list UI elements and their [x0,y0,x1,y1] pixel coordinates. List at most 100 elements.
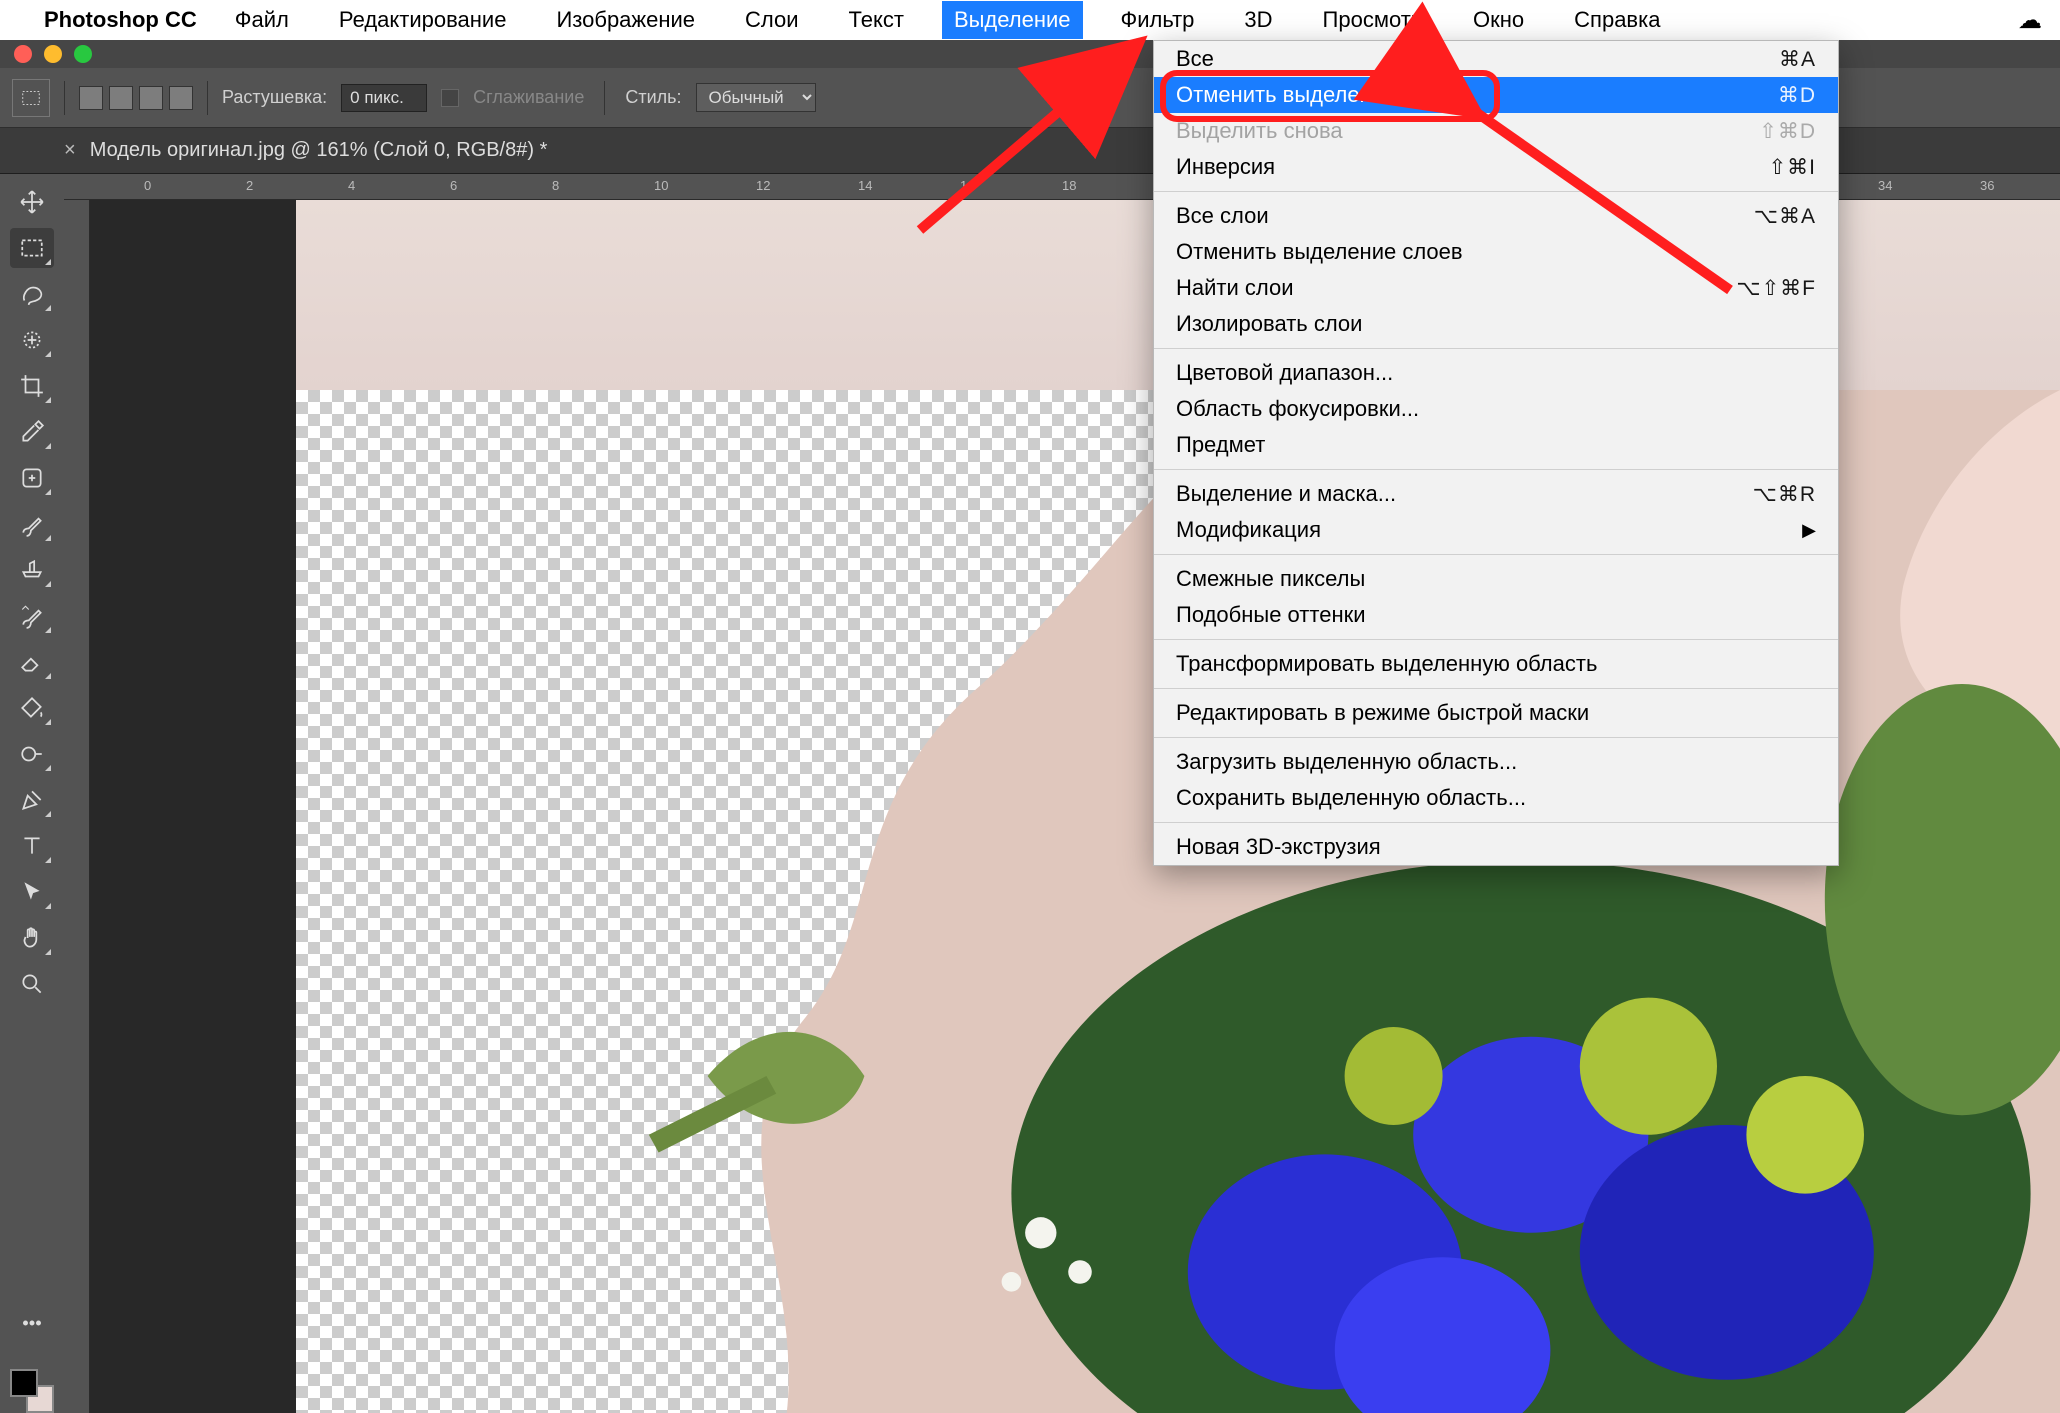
document-tab-title[interactable]: Модель оригинал.jpg @ 161% (Слой 0, RGB/… [90,139,548,162]
menu-edit[interactable]: Редактирование [327,1,519,39]
clone-stamp-tool[interactable] [10,550,54,590]
menu-layers[interactable]: Слои [733,1,811,39]
mode-new-icon[interactable] [79,86,103,110]
menu-item[interactable]: Модификация ▶ [1154,512,1838,548]
menu-item[interactable]: Все ⌘A [1154,41,1838,77]
mac-menubar: Photoshop CC Файл Редактирование Изображ… [0,0,2060,40]
brush-tool[interactable] [10,504,54,544]
menu-item-shortcut: ⌥⇧⌘F [1736,276,1816,301]
ruler-tick: 0 [144,178,151,193]
window-close-button[interactable] [14,45,32,63]
ruler-tick: 6 [450,178,457,193]
feather-input[interactable] [341,84,427,112]
menu-item-label: Новая 3D-экструзия [1176,834,1381,860]
menu-item-label: Цветовой диапазон... [1176,360,1393,386]
lasso-tool[interactable] [10,274,54,314]
menu-view[interactable]: Просмотр [1311,1,1435,39]
menu-item[interactable]: Загрузить выделенную область... [1154,744,1838,780]
menu-item-label: Изолировать слои [1176,311,1362,337]
healing-brush-tool[interactable] [10,458,54,498]
dodge-tool[interactable] [10,734,54,774]
menu-item[interactable]: Подобные оттенки [1154,597,1838,633]
style-select[interactable]: Обычный [696,83,816,112]
type-tool[interactable] [10,826,54,866]
menu-separator [1154,639,1838,640]
antialias-label: Сглаживание [473,87,584,108]
menu-item[interactable]: Смежные пикселы [1154,561,1838,597]
submenu-arrow-icon: ▶ [1802,520,1816,541]
mode-subtract-icon[interactable] [139,86,163,110]
menu-window[interactable]: Окно [1461,1,1536,39]
menu-item-label: Отменить выделение слоев [1176,239,1463,265]
menu-item-label: Все [1176,46,1214,72]
menu-item[interactable]: Редактировать в режиме быстрой маски [1154,695,1838,731]
menu-item-label: Найти слои [1176,275,1294,301]
eyedropper-tool[interactable] [10,412,54,452]
window-zoom-button[interactable] [74,45,92,63]
menu-item-label: Модификация [1176,517,1321,543]
app-name[interactable]: Photoshop CC [44,7,197,33]
menu-item[interactable]: Выделение и маска...⌥⌘R [1154,476,1838,512]
menu-item[interactable]: Область фокусировки... [1154,391,1838,427]
menu-filter[interactable]: Фильтр [1109,1,1207,39]
ruler-vertical[interactable] [64,200,90,1413]
hand-tool[interactable] [10,918,54,958]
menu-item[interactable]: Отменить выделение⌘D [1154,77,1838,113]
menu-separator [1154,737,1838,738]
selection-mode-icons[interactable] [79,86,193,110]
menu-help[interactable]: Справка [1562,1,1672,39]
menu-item[interactable]: Трансформировать выделенную область [1154,646,1838,682]
edit-toolbar-button[interactable] [10,1303,54,1343]
toolbox [0,174,64,1413]
menu-item[interactable]: Отменить выделение слоев [1154,234,1838,270]
menu-item[interactable]: Изолировать слои [1154,306,1838,342]
mode-intersect-icon[interactable] [169,86,193,110]
path-select-tool[interactable] [10,872,54,912]
menu-separator [1154,348,1838,349]
zoom-tool[interactable] [10,964,54,1004]
marquee-tool[interactable] [10,228,54,268]
menu-item[interactable]: Инверсия⇧⌘I [1154,149,1838,185]
ruler-tick: 10 [654,178,668,193]
menu-item[interactable]: Найти слои ⌥⇧⌘F [1154,270,1838,306]
menu-3d[interactable]: 3D [1232,1,1284,39]
ruler-tick: 16 [960,178,974,193]
menu-item[interactable]: Цветовой диапазон... [1154,355,1838,391]
menu-separator [1154,469,1838,470]
eraser-tool[interactable] [10,642,54,682]
menu-item[interactable]: Сохранить выделенную область... [1154,780,1838,816]
menu-item-shortcut: ⌘A [1779,47,1816,72]
window-minimize-button[interactable] [44,45,62,63]
menu-item-label: Подобные оттенки [1176,602,1366,628]
menu-item-label: Редактировать в режиме быстрой маски [1176,700,1589,726]
move-tool[interactable] [10,182,54,222]
menu-select[interactable]: Выделение [942,1,1083,39]
ruler-tick: 18 [1062,178,1076,193]
menu-item-shortcut: ⌥⌘A [1754,204,1816,229]
menu-item-shortcut: ⇧⌘D [1759,119,1816,144]
crop-tool[interactable] [10,366,54,406]
history-brush-tool[interactable] [10,596,54,636]
color-swatches[interactable] [10,1369,54,1413]
menu-separator [1154,191,1838,192]
antialias-checkbox[interactable] [441,89,459,107]
menu-item[interactable]: Предмет [1154,427,1838,463]
menu-file[interactable]: Файл [223,1,301,39]
menu-item[interactable]: Новая 3D-экструзия [1154,829,1838,865]
foreground-color-swatch[interactable] [10,1369,38,1397]
ruler-tick: 4 [348,178,355,193]
current-tool-icon[interactable] [12,79,50,117]
tab-close-icon[interactable]: × [64,139,76,162]
menu-image[interactable]: Изображение [544,1,707,39]
menu-type[interactable]: Текст [837,1,916,39]
menu-item-label: Трансформировать выделенную область [1176,651,1597,677]
style-label: Стиль: [625,87,681,108]
menu-item-shortcut: ⌥⌘R [1753,482,1816,507]
feather-label: Растушевка: [222,87,327,108]
menu-item[interactable]: Все слои⌥⌘A [1154,198,1838,234]
mode-add-icon[interactable] [109,86,133,110]
pen-tool[interactable] [10,780,54,820]
paint-bucket-tool[interactable] [10,688,54,728]
creative-cloud-icon[interactable]: ☁︎ [2018,6,2042,35]
quick-select-tool[interactable] [10,320,54,360]
